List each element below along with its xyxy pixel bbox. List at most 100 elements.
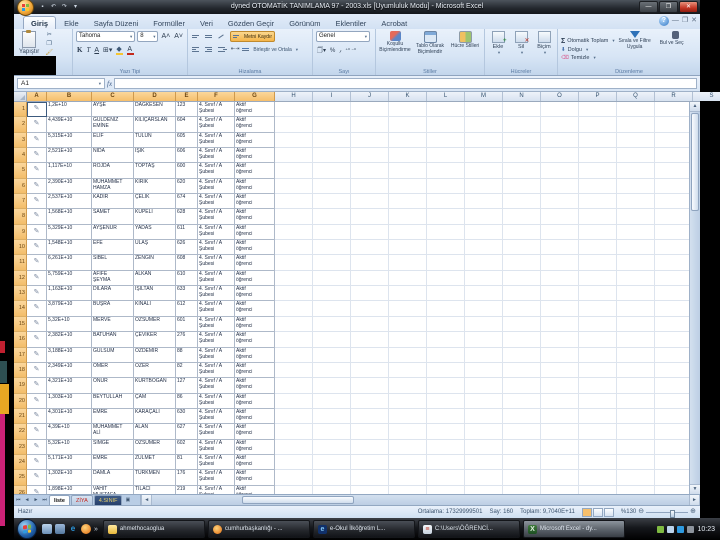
cell-status[interactable]: Aktif öğrenci — [235, 485, 275, 494]
empty-cell[interactable] — [655, 270, 693, 287]
empty-cell[interactable] — [541, 270, 579, 287]
empty-cell[interactable] — [579, 102, 617, 118]
empty-cell[interactable] — [655, 178, 693, 195]
tray-volume-icon[interactable] — [667, 525, 675, 533]
empty-cell[interactable] — [351, 347, 389, 363]
cell-number[interactable]: 633 — [176, 286, 198, 302]
empty-cell[interactable] — [655, 209, 693, 225]
empty-cell[interactable] — [275, 102, 313, 118]
empty-cell[interactable] — [313, 240, 351, 256]
empty-cell[interactable] — [541, 209, 579, 225]
empty-cell[interactable] — [541, 378, 579, 394]
cell-last-name[interactable]: ÖZSÜMER — [134, 439, 176, 455]
empty-cell[interactable] — [465, 255, 503, 271]
switch-windows-icon[interactable] — [55, 524, 65, 534]
cell-id[interactable]: 2,390E+10 — [47, 178, 92, 195]
empty-cell[interactable] — [465, 178, 503, 195]
empty-cell[interactable] — [503, 270, 541, 287]
empty-cell[interactable] — [655, 454, 693, 471]
empty-cell[interactable] — [275, 117, 313, 133]
cell-status[interactable]: Aktif öğrenci — [235, 270, 275, 287]
cell-first-name[interactable]: EFE — [92, 240, 134, 256]
empty-cell[interactable] — [541, 362, 579, 379]
empty-cell[interactable] — [503, 148, 541, 164]
cell-status[interactable]: Aktif öğrenci — [235, 194, 275, 210]
cell-first-name[interactable]: AYŞE — [92, 102, 134, 118]
cell-class[interactable]: 4. Sınıf / A Şubesi — [198, 194, 235, 210]
attachment-icon[interactable]: ✎ — [27, 424, 47, 440]
cell-last-name[interactable]: KILIÇARSLAN — [134, 117, 176, 133]
empty-cell[interactable] — [427, 362, 465, 379]
vertical-scrollbar[interactable]: ▲ ▼ — [689, 102, 700, 494]
align-center-icon[interactable] — [204, 46, 215, 54]
indent-icons[interactable]: ⇤⇥ — [230, 45, 240, 54]
cell-class[interactable]: 4. Sınıf / A Şubesi — [198, 332, 235, 348]
empty-cell[interactable] — [617, 255, 655, 271]
cell-first-name[interactable]: VAHİT MUSTAFA — [92, 485, 134, 494]
row-header-8[interactable]: 8 — [14, 209, 27, 225]
cell-first-name[interactable]: AYŞENUR — [92, 224, 134, 241]
cell-first-name[interactable]: ROJDA — [92, 163, 134, 179]
cell-number[interactable]: 605 — [176, 132, 198, 149]
formula-input[interactable] — [114, 78, 697, 89]
fx-icon[interactable]: fx — [107, 80, 112, 88]
empty-cell[interactable] — [655, 470, 693, 486]
delete-cells-button[interactable]: ✕ Sil ▾ — [511, 31, 531, 67]
empty-cell[interactable] — [465, 148, 503, 164]
conditional-formatting-button[interactable]: Koşullu Biçimlendirme — [379, 31, 411, 67]
cell-last-name[interactable]: ULAŞ — [134, 240, 176, 256]
empty-cell[interactable] — [541, 347, 579, 363]
empty-cell[interactable] — [389, 485, 427, 494]
empty-cell[interactable] — [427, 408, 465, 425]
empty-cell[interactable] — [617, 286, 655, 302]
empty-cell[interactable] — [617, 224, 655, 241]
column-header-O[interactable]: O — [541, 92, 579, 101]
cell-id[interactable]: 1,568E+10 — [47, 209, 92, 225]
cell-last-name[interactable]: ÇELİK — [134, 194, 176, 210]
sheet-tab-zi̇ya[interactable]: ZİYA — [70, 495, 93, 505]
column-header-M[interactable]: M — [465, 92, 503, 101]
empty-cell[interactable] — [503, 209, 541, 225]
column-header-J[interactable]: J — [351, 92, 389, 101]
orientation-icon[interactable] — [217, 33, 228, 41]
empty-cell[interactable] — [503, 255, 541, 271]
scroll-right-icon[interactable]: ► — [689, 495, 700, 505]
empty-cell[interactable] — [389, 424, 427, 440]
empty-cell[interactable] — [465, 439, 503, 455]
empty-cell[interactable] — [579, 332, 617, 348]
empty-cell[interactable] — [427, 148, 465, 164]
empty-cell[interactable] — [465, 102, 503, 118]
cell-first-name[interactable]: ELİF — [92, 132, 134, 149]
empty-cell[interactable] — [503, 178, 541, 195]
empty-cell[interactable] — [465, 132, 503, 149]
cell-id[interactable]: 5,329E+10 — [47, 224, 92, 241]
horizontal-scroll-thumb[interactable] — [242, 496, 355, 504]
attachment-icon[interactable]: ✎ — [27, 347, 47, 363]
cell-class[interactable]: 4. Sınıf / A Şubesi — [198, 270, 235, 287]
empty-cell[interactable] — [427, 439, 465, 455]
empty-cell[interactable] — [579, 316, 617, 333]
empty-cell[interactable] — [389, 347, 427, 363]
cell-number[interactable]: 610 — [176, 270, 198, 287]
row-header-21[interactable]: 21 — [14, 408, 27, 425]
empty-cell[interactable] — [541, 286, 579, 302]
empty-cell[interactable] — [541, 224, 579, 241]
cell-class[interactable]: 4. Sınıf / A Şubesi — [198, 424, 235, 440]
empty-cell[interactable] — [579, 117, 617, 133]
empty-cell[interactable] — [617, 439, 655, 455]
empty-cell[interactable] — [351, 148, 389, 164]
cell-number[interactable]: 620 — [176, 178, 198, 195]
empty-cell[interactable] — [541, 454, 579, 471]
cell-status[interactable]: Aktif öğrenci — [235, 424, 275, 440]
empty-cell[interactable] — [313, 408, 351, 425]
cell-class[interactable]: 4. Sınıf / A Şubesi — [198, 393, 235, 409]
row-header-2[interactable]: 2 — [14, 117, 27, 133]
empty-cell[interactable] — [427, 270, 465, 287]
empty-cell[interactable] — [541, 316, 579, 333]
empty-cell[interactable] — [579, 378, 617, 394]
empty-cell[interactable] — [655, 362, 693, 379]
empty-cell[interactable] — [351, 393, 389, 409]
empty-cell[interactable] — [655, 332, 693, 348]
scroll-down-icon[interactable]: ▼ — [690, 484, 700, 494]
row-header-7[interactable]: 7 — [14, 194, 27, 210]
